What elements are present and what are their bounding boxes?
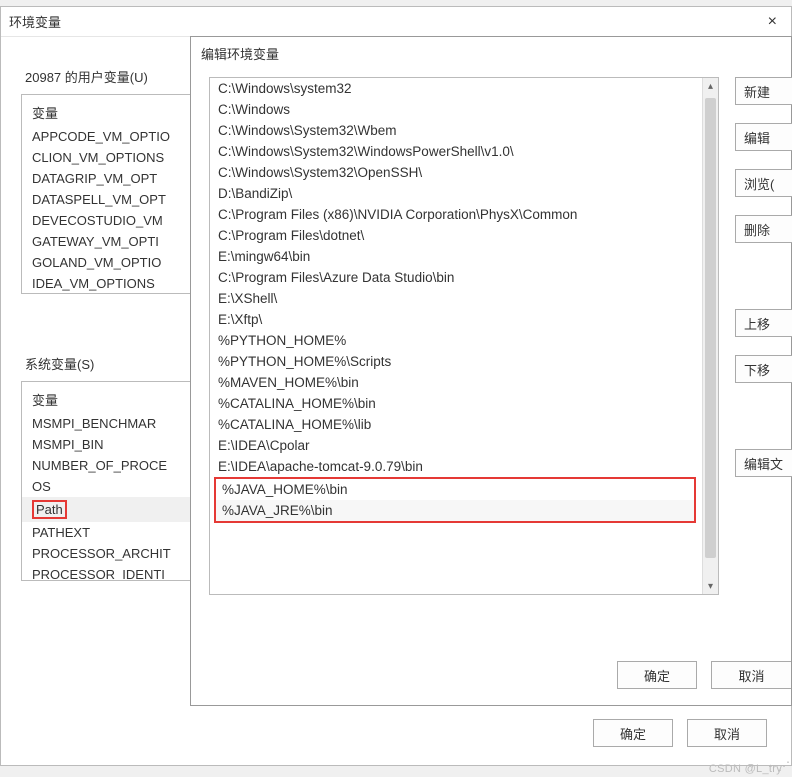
watermark: CSDN @L_try — [709, 763, 782, 775]
path-entry[interactable]: C:\Windows\System32\OpenSSH\ — [210, 162, 702, 183]
path-entry[interactable]: C:\Windows — [210, 99, 702, 120]
scroll-thumb[interactable] — [705, 98, 716, 558]
list-item[interactable]: NUMBER_OF_PROCE — [22, 455, 190, 476]
path-entry[interactable]: %PYTHON_HOME% — [210, 330, 702, 351]
path-entry[interactable]: E:\XShell\ — [210, 288, 702, 309]
path-entry[interactable]: E:\IDEA\Cpolar — [210, 435, 702, 456]
path-entry[interactable]: E:\Xftp\ — [210, 309, 702, 330]
edit-text-button[interactable]: 编辑文 — [735, 449, 792, 477]
list-item[interactable]: IDEA_VM_OPTIONS — [22, 273, 190, 294]
list-item[interactable]: PATHEXT — [22, 522, 190, 543]
path-entry[interactable]: %PYTHON_HOME%\Scripts — [210, 351, 702, 372]
scrollbar[interactable]: ▴ ▾ — [702, 78, 718, 594]
browse-button[interactable]: 浏览( — [735, 169, 792, 197]
list-item[interactable]: MSMPI_BENCHMAR — [22, 413, 190, 434]
list-item[interactable]: MSMPI_BIN — [22, 434, 190, 455]
resize-grip-icon[interactable]: ⋰ — [778, 759, 790, 773]
scroll-down-icon[interactable]: ▾ — [703, 578, 718, 594]
list-item[interactable]: APPCODE_VM_OPTIO — [22, 126, 190, 147]
list-item[interactable]: GATEWAY_VM_OPTI — [22, 231, 190, 252]
decorative-top-strip — [0, 0, 792, 3]
list-item[interactable]: Path — [22, 497, 190, 522]
list-item[interactable]: DATASPELL_VM_OPT — [22, 189, 190, 210]
path-entry[interactable]: %JAVA_HOME%\bin — [216, 479, 694, 500]
child-cancel-button[interactable]: 取消 — [711, 661, 791, 689]
list-item[interactable]: GOLAND_VM_OPTIO — [22, 252, 190, 273]
path-entry[interactable]: C:\Program Files (x86)\NVIDIA Corporatio… — [210, 204, 702, 225]
parent-cancel-button[interactable]: 取消 — [687, 719, 767, 747]
parent-ok-button[interactable]: 确定 — [593, 719, 673, 747]
delete-button[interactable]: 删除 — [735, 215, 792, 243]
path-entry[interactable]: C:\Windows\system32 — [210, 78, 702, 99]
child-title: 编辑环境变量 — [191, 37, 791, 69]
path-entry[interactable]: %CATALINA_HOME%\lib — [210, 414, 702, 435]
parent-titlebar: 环境变量 × — [1, 7, 791, 37]
sys-vars-listbox[interactable]: 变量 MSMPI_BENCHMARMSMPI_BINNUMBER_OF_PROC… — [21, 381, 191, 581]
path-entries-listbox[interactable]: C:\Windows\system32C:\WindowsC:\Windows\… — [209, 77, 719, 595]
list-item[interactable]: CLION_VM_OPTIONS — [22, 147, 190, 168]
user-vars-header: 变量 — [22, 99, 190, 126]
list-item[interactable]: DEVECOSTUDIO_VM — [22, 210, 190, 231]
child-ok-button[interactable]: 确定 — [617, 661, 697, 689]
path-entry[interactable]: D:\BandiZip\ — [210, 183, 702, 204]
list-item[interactable]: OS — [22, 476, 190, 497]
new-button[interactable]: 新建 — [735, 77, 792, 105]
path-entry[interactable]: C:\Windows\System32\Wbem — [210, 120, 702, 141]
path-entry[interactable]: C:\Program Files\Azure Data Studio\bin — [210, 267, 702, 288]
list-item[interactable]: PROCESSOR_ARCHIT — [22, 543, 190, 564]
edit-env-var-dialog: 编辑环境变量 C:\Windows\system32C:\WindowsC:\W… — [190, 36, 792, 706]
close-icon[interactable]: × — [762, 13, 783, 31]
user-vars-listbox[interactable]: 变量 APPCODE_VM_OPTIOCLION_VM_OPTIONSDATAG… — [21, 94, 191, 294]
scroll-up-icon[interactable]: ▴ — [703, 78, 718, 94]
path-entry[interactable]: %JAVA_JRE%\bin — [216, 500, 694, 521]
parent-title: 环境变量 — [9, 12, 61, 31]
path-entry[interactable]: E:\mingw64\bin — [210, 246, 702, 267]
list-item[interactable]: DATAGRIP_VM_OPT — [22, 168, 190, 189]
path-entry[interactable]: E:\IDEA\apache-tomcat-9.0.79\bin — [210, 456, 702, 477]
path-entry[interactable]: C:\Program Files\dotnet\ — [210, 225, 702, 246]
path-entry[interactable]: %MAVEN_HOME%\bin — [210, 372, 702, 393]
path-entry[interactable]: %CATALINA_HOME%\bin — [210, 393, 702, 414]
move-down-button[interactable]: 下移 — [735, 355, 792, 383]
edit-button[interactable]: 编辑 — [735, 123, 792, 151]
list-item[interactable]: PROCESSOR_IDENTI — [22, 564, 190, 581]
highlighted-entries: %JAVA_HOME%\bin%JAVA_JRE%\bin — [214, 477, 696, 523]
sys-vars-header: 变量 — [22, 386, 190, 413]
path-entry[interactable]: C:\Windows\System32\WindowsPowerShell\v1… — [210, 141, 702, 162]
move-up-button[interactable]: 上移 — [735, 309, 792, 337]
